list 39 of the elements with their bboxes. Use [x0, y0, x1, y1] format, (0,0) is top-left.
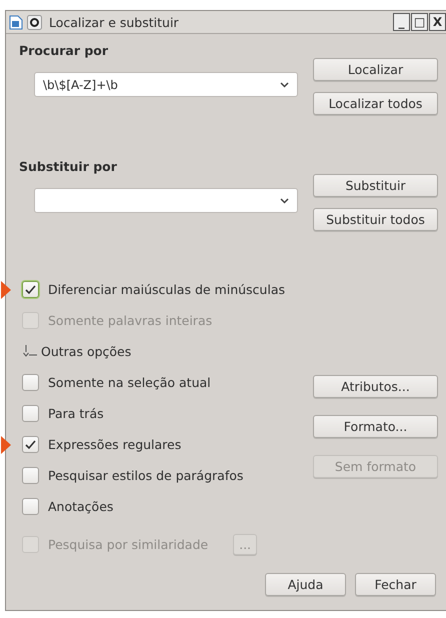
window-title: Localizar e substituir	[49, 14, 180, 30]
section-label: Procurar por	[19, 43, 110, 58]
checkbox[interactable]	[22, 467, 39, 484]
document-icon	[9, 14, 23, 30]
option-button[interactable]: Formato...	[313, 415, 438, 438]
section-label: Substituir por	[19, 159, 118, 174]
checkbox-label: Diferenciar maiúsculas de minúsculas	[48, 282, 285, 297]
expander-toggle[interactable]: Outras opções	[22, 344, 132, 359]
find-button[interactable]: Localizar todos	[313, 92, 438, 115]
checkbox-label: Pesquisa por similaridade	[48, 537, 208, 552]
find-button[interactable]: Localizar	[313, 58, 438, 81]
checkbox[interactable]	[22, 405, 39, 422]
checkbox-label: Anotações	[48, 499, 114, 514]
dialog-button[interactable]: Fechar	[355, 573, 436, 596]
checkbox-label: Somente na seleção atual	[48, 375, 211, 390]
checkbox[interactable]	[22, 281, 39, 298]
replace-button[interactable]: Substituir	[313, 174, 438, 197]
check-icon	[25, 440, 36, 450]
chevron-down-icon	[280, 198, 289, 204]
replace-combo-field[interactable]	[34, 188, 298, 213]
option-button[interactable]: Atributos...	[313, 375, 438, 398]
close-button[interactable]: X	[429, 13, 446, 31]
find-combo-field[interactable]: \b\$[A-Z]+\b	[34, 72, 298, 97]
checkbox-label: Somente palavras inteiras	[48, 313, 212, 328]
checkbox-label: Expressões regulares	[48, 437, 182, 452]
checkbox-label: Para trás	[48, 406, 104, 421]
field-value: \b\$[A-Z]+\b	[43, 78, 119, 92]
chevron-down-icon	[280, 82, 289, 88]
tree-branch-icon	[22, 344, 38, 358]
check-icon	[25, 284, 36, 294]
checkbox[interactable]	[22, 436, 39, 453]
maximize-button[interactable]: □	[411, 13, 428, 31]
checkbox[interactable]	[22, 374, 39, 391]
checkbox-label: Pesquisar estilos de parágrafos	[48, 468, 244, 483]
checkbox[interactable]	[22, 498, 39, 515]
circle-icon	[27, 14, 42, 30]
dialog-button[interactable]: Ajuda	[265, 573, 346, 596]
replace-button[interactable]: Substituir todos	[313, 208, 438, 231]
minimize-button[interactable]: _	[393, 13, 410, 31]
